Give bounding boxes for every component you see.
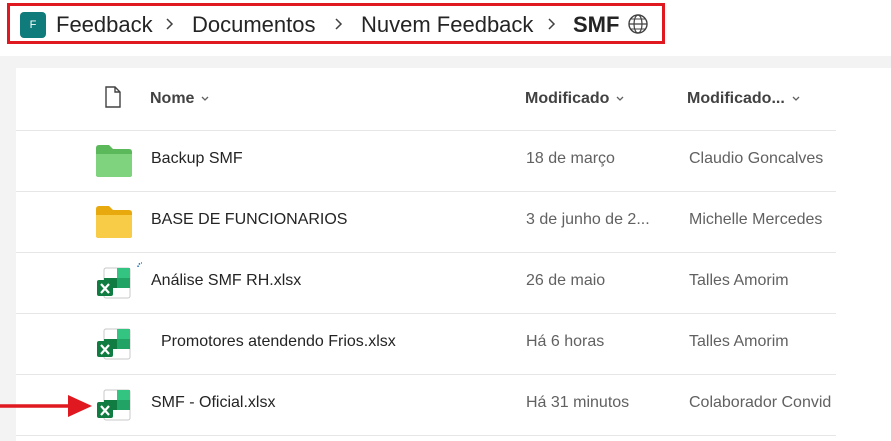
- chevron-down-icon: [616, 96, 624, 101]
- item-name[interactable]: Promotores atendendo Frios.xlsx: [161, 333, 396, 351]
- breadcrumb-item-documentos[interactable]: Documentos: [192, 10, 316, 40]
- column-header-modified-by[interactable]: Modificado...: [687, 90, 801, 108]
- folder-icon: [96, 145, 132, 177]
- item-modified-by: Talles Amorim: [689, 272, 789, 289]
- item-modified-by: Claudio Goncalves: [689, 150, 824, 167]
- list-item[interactable]: SMF - Oficial.xlsx Há 31 minutos Colabor…: [16, 374, 836, 436]
- chevron-right-icon: [548, 18, 556, 30]
- item-name[interactable]: SMF - Oficial.xlsx: [151, 394, 275, 412]
- globe-icon: [628, 14, 648, 34]
- item-modified: 18 de março: [526, 150, 615, 167]
- item-modified-by: Michelle Mercedes: [689, 211, 823, 228]
- excel-file-icon: [97, 267, 131, 299]
- list-header: Nome Modificado Modificado...: [16, 68, 836, 131]
- column-header-modified-by-label: Modificado...: [687, 90, 785, 107]
- breadcrumb-bar: F Feedback Documentos Nuvem Feedback SMF: [0, 0, 891, 56]
- file-type-icon[interactable]: [104, 86, 122, 108]
- chevron-right-icon: [166, 18, 174, 30]
- chevron-right-icon: [335, 18, 343, 30]
- annotation-arrow-icon: [0, 395, 92, 417]
- list-item[interactable]: Promotores atendendo Frios.xlsx Há 6 hor…: [16, 313, 836, 375]
- chevron-down-icon: [792, 96, 800, 101]
- site-logo-icon[interactable]: F: [20, 12, 46, 38]
- item-modified: 26 de maio: [526, 272, 606, 289]
- excel-file-icon: [97, 389, 131, 421]
- folder-icon: [96, 206, 132, 238]
- item-modified: 3 de junho de 2...: [526, 211, 650, 228]
- column-header-modified-label: Modificado: [525, 90, 610, 107]
- item-modified-by: Colaborador Convid: [689, 394, 832, 411]
- column-header-modified[interactable]: Modificado: [525, 90, 625, 108]
- breadcrumb-item-nuvem-feedback[interactable]: Nuvem Feedback: [361, 10, 533, 40]
- item-name[interactable]: Análise SMF RH.xlsx: [151, 272, 301, 290]
- item-name[interactable]: BASE DE FUNCIONARIOS: [151, 211, 347, 229]
- breadcrumb-item-smf: SMF: [573, 12, 620, 37]
- file-list: Nome Modificado Modificado... Backup SMF…: [16, 68, 891, 441]
- column-header-name[interactable]: Nome: [150, 90, 210, 108]
- excel-file-icon: [97, 328, 131, 360]
- list-item[interactable]: Backup SMF 18 de março Claudio Goncalves: [16, 130, 836, 192]
- item-modified: Há 31 minutos: [526, 394, 630, 411]
- breadcrumb-item-feedback[interactable]: Feedback: [56, 10, 153, 40]
- item-name[interactable]: Backup SMF: [151, 150, 243, 168]
- chevron-down-icon: [201, 96, 209, 101]
- item-modified: Há 6 horas: [526, 333, 605, 350]
- item-modified-by: Talles Amorim: [689, 333, 789, 350]
- column-header-name-label: Nome: [150, 90, 195, 107]
- list-item[interactable]: BASE DE FUNCIONARIOS 3 de junho de 2... …: [16, 191, 836, 253]
- sync-status-icon: [137, 262, 143, 268]
